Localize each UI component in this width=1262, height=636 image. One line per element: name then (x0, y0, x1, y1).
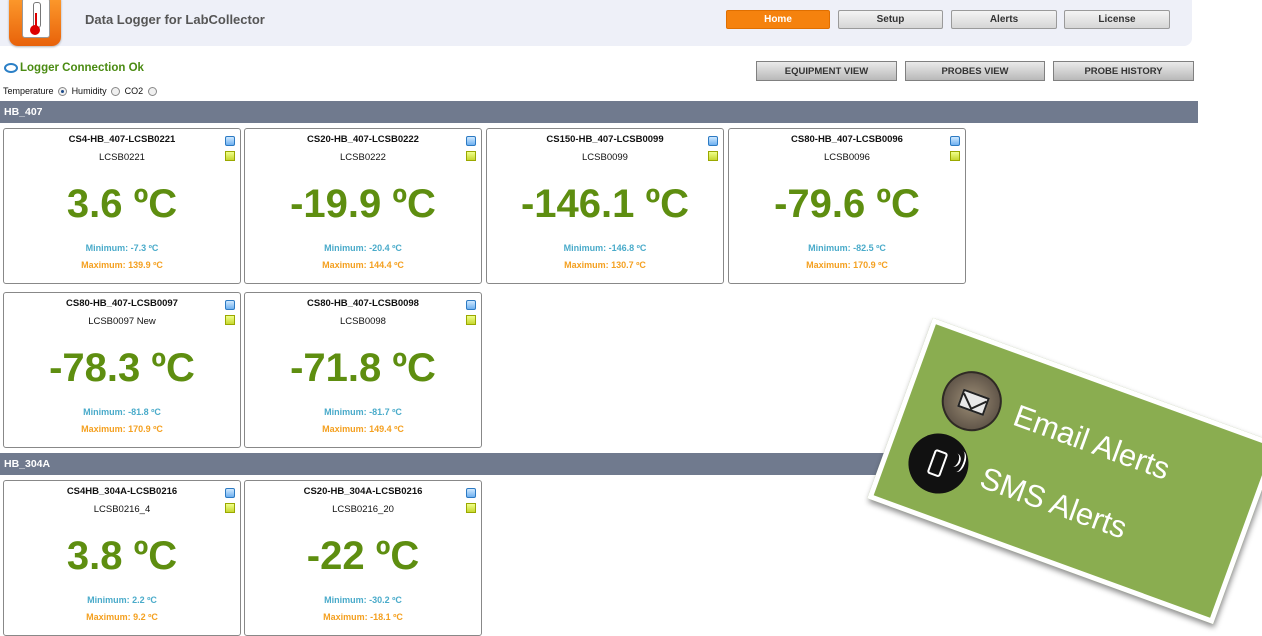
probe-serial: LCSB0097 New (88, 316, 156, 327)
probe-serial: LCSB0099 (582, 152, 628, 163)
probe-temperature: 3.6 ºC (66, 182, 178, 226)
probe-maximum: Maximum: 130.7 ºC (564, 260, 646, 270)
probe-serial: LCSB0098 (340, 316, 386, 327)
probe-graph-icon[interactable] (225, 151, 235, 161)
probe-maximum: Maximum: 170.9 ºC (81, 424, 163, 434)
probe-serial: LCSB0222 (340, 152, 386, 163)
probe-minimum: Minimum: -20.4 ºC (324, 243, 402, 253)
unit-radio-co2[interactable] (147, 87, 157, 97)
nav-home-button[interactable]: Home (726, 10, 830, 29)
unit-label-co2: CO2 (124, 86, 144, 96)
probe-name: CS4HB_304A-LCSB0216 (66, 486, 178, 497)
probe-graph-icon[interactable] (950, 151, 960, 161)
probe-name: CS4-HB_407-LCSB0221 (68, 134, 176, 145)
probe-details-icon[interactable] (950, 136, 960, 146)
probe-details-icon[interactable] (466, 300, 476, 310)
probe-maximum: Maximum: 139.9 ºC (81, 260, 163, 270)
probe-details-icon[interactable] (466, 488, 476, 498)
unit-radio-humidity[interactable] (111, 87, 121, 97)
unit-label-temperature: Temperature (3, 86, 54, 96)
probe-graph-icon[interactable] (466, 503, 476, 513)
probe-temperature: 3.8 ºC (66, 534, 178, 578)
unit-radio-temperature[interactable] (58, 87, 68, 97)
probe-name: CS80-HB_407-LCSB0096 (791, 134, 903, 145)
group-header-hb407: HB_407 (0, 101, 1198, 123)
probe-graph-icon[interactable] (708, 151, 718, 161)
probe-maximum: Maximum: 144.4 ºC (322, 260, 404, 270)
nav-setup-button[interactable]: Setup (838, 10, 943, 29)
probe-card[interactable]: CS20-HB_304A-LCSB0216 LCSB0216_20 -22 ºC… (244, 480, 482, 636)
probe-temperature: -146.1 ºC (520, 182, 690, 226)
sms-alerts-label: SMS Alerts (975, 460, 1132, 546)
equipment-view-button[interactable]: EQUIPMENT VIEW (756, 61, 897, 81)
probe-maximum: Maximum: 170.9 ºC (806, 260, 888, 270)
probe-name: CS80-HB_407-LCSB0097 (66, 298, 178, 309)
connection-icon (4, 62, 18, 73)
probe-graph-icon[interactable] (466, 151, 476, 161)
probe-serial: LCSB0216_4 (93, 504, 151, 515)
probe-temperature: -79.6 ºC (774, 182, 920, 226)
probe-serial: LCSB0096 (824, 152, 870, 163)
probe-card[interactable]: CS4-HB_407-LCSB0221 LCSB0221 3.6 ºC Mini… (3, 128, 241, 284)
probe-graph-icon[interactable] (225, 503, 235, 513)
connection-status: Logger Connection Ok (4, 62, 144, 74)
probe-name: CS20-HB_304A-LCSB0216 (303, 486, 423, 497)
probe-temperature: -22 ºC (306, 534, 420, 578)
email-alerts-label: Email Alerts (1008, 397, 1175, 487)
probe-details-icon[interactable] (225, 488, 235, 498)
alerts-promo-banner: Email Alerts SMS Alerts (867, 317, 1262, 625)
probe-minimum: Minimum: -81.7 ºC (324, 407, 402, 417)
probe-minimum: Minimum: 2.2 ºC (87, 595, 157, 605)
app-header: Data Logger for LabCollector Home Setup … (0, 0, 1192, 46)
app-title: Data Logger for LabCollector (85, 12, 265, 27)
mobile-phone-icon (899, 425, 977, 502)
probe-card[interactable]: CS80-HB_407-LCSB0098 LCSB0098 -71.8 ºC M… (244, 292, 482, 448)
probe-card[interactable]: CS150-HB_407-LCSB0099 LCSB0099 -146.1 ºC… (486, 128, 724, 284)
probe-card[interactable]: CS80-HB_407-LCSB0097 LCSB0097 New -78.3 … (3, 292, 241, 448)
probe-card[interactable]: CS20-HB_407-LCSB0222 LCSB0222 -19.9 ºC M… (244, 128, 482, 284)
probes-view-button[interactable]: PROBES VIEW (905, 61, 1045, 81)
probe-minimum: Minimum: -30.2 ºC (324, 595, 402, 605)
probe-minimum: Minimum: -82.5 ºC (808, 243, 886, 253)
probe-serial: LCSB0216_20 (332, 504, 394, 515)
probe-temperature: -78.3 ºC (49, 346, 195, 390)
nav-alerts-button[interactable]: Alerts (951, 10, 1057, 29)
probe-temperature: -19.9 ºC (290, 182, 436, 226)
probe-details-icon[interactable] (466, 136, 476, 146)
probe-maximum: Maximum: 9.2 ºC (86, 612, 158, 622)
probe-history-button[interactable]: PROBE HISTORY (1053, 61, 1194, 81)
probe-graph-icon[interactable] (225, 315, 235, 325)
probe-graph-icon[interactable] (466, 315, 476, 325)
probe-serial: LCSB0221 (99, 152, 145, 163)
nav-license-button[interactable]: License (1064, 10, 1170, 29)
unit-selector: Temperature Humidity CO2 (3, 86, 159, 97)
probe-temperature: -71.8 ºC (290, 346, 436, 390)
probe-minimum: Minimum: -81.8 ºC (83, 407, 161, 417)
probe-details-icon[interactable] (708, 136, 718, 146)
connection-label: Logger Connection Ok (20, 62, 144, 74)
probe-maximum: Maximum: 149.4 ºC (322, 424, 404, 434)
probe-maximum: Maximum: -18.1 ºC (323, 612, 403, 622)
probe-card[interactable]: CS4HB_304A-LCSB0216 LCSB0216_4 3.8 ºC Mi… (3, 480, 241, 636)
probe-minimum: Minimum: -7.3 ºC (85, 243, 159, 253)
probe-name: CS80-HB_407-LCSB0098 (307, 298, 419, 309)
probe-details-icon[interactable] (225, 300, 235, 310)
thermometer-logo-icon[interactable] (9, 0, 61, 46)
probe-details-icon[interactable] (225, 136, 235, 146)
probe-name: CS20-HB_407-LCSB0222 (307, 134, 419, 145)
unit-label-humidity: Humidity (71, 86, 107, 96)
probe-card[interactable]: CS80-HB_407-LCSB0096 LCSB0096 -79.6 ºC M… (728, 128, 966, 284)
email-icon (933, 362, 1011, 440)
probe-minimum: Minimum: -146.8 ºC (563, 243, 647, 253)
probe-name: CS150-HB_407-LCSB0099 (546, 134, 664, 145)
